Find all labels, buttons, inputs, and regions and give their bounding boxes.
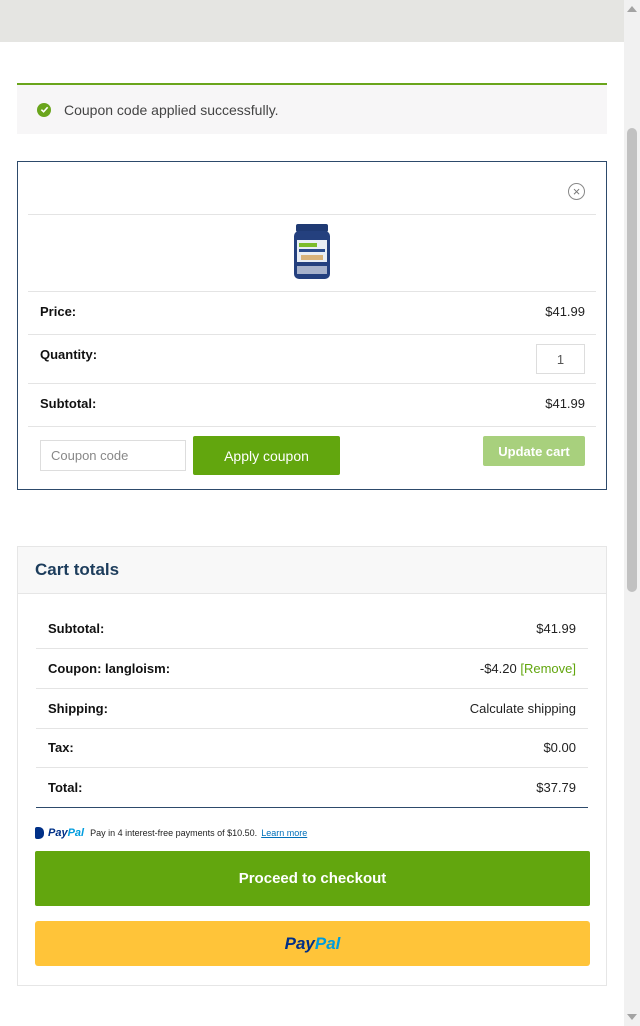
divider (28, 291, 596, 292)
apply-coupon-button[interactable]: Apply coupon (193, 436, 340, 475)
totals-label: Tax: (48, 740, 74, 755)
totals-label: Total: (48, 780, 83, 795)
quantity-label: Quantity: (40, 347, 98, 362)
close-circle-icon[interactable]: × (568, 183, 585, 200)
cart-totals-title: Cart totals (18, 547, 606, 594)
subtotal-label: Subtotal: (40, 396, 97, 411)
totals-label: Subtotal: (48, 621, 105, 636)
quantity-input[interactable]: 1 (536, 344, 585, 374)
divider (28, 334, 596, 335)
top-bar (0, 0, 624, 42)
scroll-thumb[interactable] (627, 128, 637, 592)
paypal-pay-later-message: Pay Pal Pay in 4 interest-free payments o… (35, 827, 307, 839)
totals-row-subtotal: Subtotal: $41.99 (36, 609, 588, 649)
totals-label: Coupon: langloism: (48, 661, 171, 676)
scroll-up-arrow-icon[interactable] (627, 6, 637, 12)
scrollbar[interactable] (624, 0, 640, 1026)
paypal-message-text: Pay in 4 interest-free payments of $10.5… (90, 828, 258, 838)
totals-value: $0.00 (543, 740, 576, 755)
totals-row-coupon: Coupon: langloism: -$4.20 [Remove] (36, 649, 588, 689)
totals-label: Shipping: (48, 701, 108, 716)
cart-totals: Cart totals Subtotal: $41.99 Coupon: lan… (17, 546, 607, 986)
product-image[interactable] (293, 224, 331, 282)
coupon-discount: -$4.20 (479, 661, 517, 676)
totals-value: $37.79 (536, 780, 576, 795)
divider (28, 383, 596, 384)
price-value: $41.99 (545, 304, 585, 319)
cart-item-card: × Price: $41.99 Quantity: 1 Subtotal: $4… (17, 161, 607, 490)
scroll-down-arrow-icon[interactable] (627, 1014, 637, 1020)
divider (28, 426, 596, 427)
price-label: Price: (40, 304, 77, 319)
totals-row-shipping: Shipping: Calculate shipping (36, 689, 588, 729)
proceed-to-checkout-button[interactable]: Proceed to checkout (35, 851, 590, 906)
paypal-icon (35, 827, 44, 839)
learn-more-link[interactable]: Learn more (261, 828, 307, 838)
check-circle-icon (37, 102, 51, 117)
calculate-shipping-link[interactable]: Calculate shipping (470, 701, 576, 716)
remove-coupon-link[interactable]: [Remove] (520, 661, 576, 676)
totals-row-tax: Tax: $0.00 (36, 728, 588, 768)
totals-row-total: Total: $37.79 (36, 768, 588, 808)
success-notice: Coupon code applied successfully. (17, 83, 607, 134)
divider (28, 214, 596, 215)
totals-value: -$4.20 [Remove] (480, 661, 576, 676)
coupon-code-input[interactable]: Coupon code (40, 440, 186, 471)
subtotal-value: $41.99 (545, 396, 585, 411)
paypal-button[interactable]: Pay Pal (35, 921, 590, 966)
notice-message: Coupon code applied successfully. (64, 101, 279, 118)
update-cart-button[interactable]: Update cart (483, 436, 585, 466)
totals-value: $41.99 (536, 621, 576, 636)
paypal-logo: Pay Pal (35, 827, 84, 839)
